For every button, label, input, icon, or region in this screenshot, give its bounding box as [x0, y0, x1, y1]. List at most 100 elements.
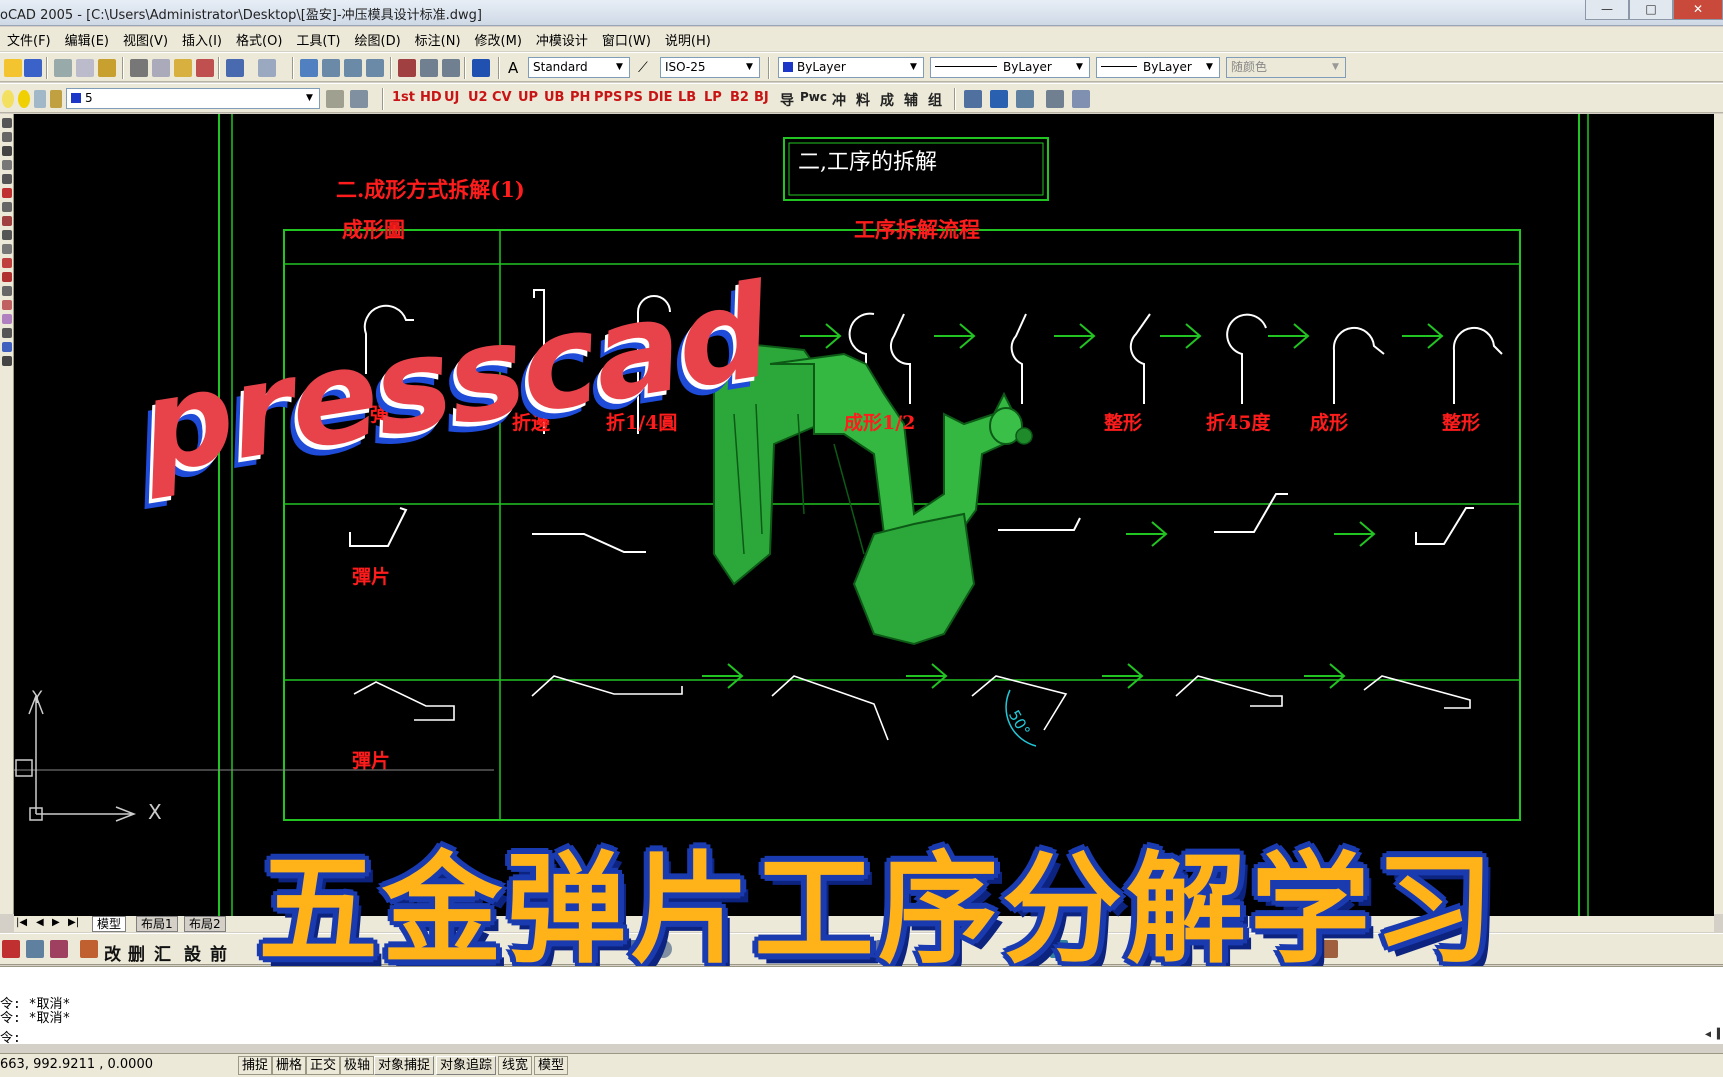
menu-modify[interactable]: 修改(M) — [468, 30, 529, 49]
press-button-lp[interactable]: LP — [704, 90, 722, 108]
menu-draw[interactable]: 绘图(D) — [348, 30, 408, 49]
insert-block-icon[interactable] — [2, 258, 12, 268]
delete-button[interactable]: 删 — [128, 940, 145, 965]
line-icon[interactable] — [2, 118, 12, 128]
tab-model[interactable]: 模型 — [92, 916, 127, 932]
polygon-icon[interactable] — [2, 160, 12, 170]
block-tool-icon[interactable] — [50, 940, 68, 958]
press-button-1st[interactable]: 1st — [392, 90, 415, 108]
match-properties-icon[interactable] — [196, 59, 214, 77]
dimension-icon[interactable] — [990, 90, 1008, 108]
press-button-up[interactable]: UP — [518, 90, 538, 108]
press-button-b2[interactable]: B2 — [730, 90, 749, 108]
design-center-icon[interactable] — [420, 59, 438, 77]
first-tab-icon[interactable]: |◀ — [16, 917, 27, 928]
pwc-button[interactable]: Pwc — [800, 90, 827, 108]
settings-button[interactable]: 設 — [184, 940, 201, 965]
sun-icon[interactable] — [18, 90, 30, 108]
table-icon[interactable] — [2, 342, 12, 352]
tab-layout2[interactable]: 布局2 — [184, 916, 226, 932]
paste-icon[interactable] — [174, 59, 192, 77]
rectangle-icon[interactable] — [2, 174, 12, 184]
publish-icon[interactable] — [98, 59, 116, 77]
polar-toggle[interactable]: 极轴 — [340, 1056, 375, 1075]
press-button-bj[interactable]: BJ — [754, 90, 769, 108]
menu-edit[interactable]: 编辑(E) — [58, 30, 116, 49]
point-icon[interactable] — [2, 286, 12, 296]
maximize-button[interactable]: □ — [1629, 0, 1673, 20]
layer-select[interactable]: 5 ▼ — [66, 88, 320, 109]
plot-icon[interactable] — [50, 90, 62, 108]
lineweight-toggle[interactable]: 线宽 — [498, 1056, 533, 1075]
ruler-icon[interactable] — [964, 90, 982, 108]
group-button[interactable]: 组 — [928, 90, 942, 109]
preview-icon[interactable] — [76, 59, 94, 77]
dim-style-select[interactable]: ISO-25 ▼ — [660, 57, 760, 78]
measure-icon[interactable] — [1046, 90, 1064, 108]
red-tool-icon[interactable] — [2, 940, 20, 958]
lock-icon[interactable] — [34, 90, 46, 108]
lineweight-select[interactable]: ByLayer ▼ — [1096, 57, 1220, 78]
right-scroll-strip[interactable] — [1713, 114, 1723, 914]
press-button-pps[interactable]: PPS — [594, 90, 622, 108]
menu-dimension[interactable]: 标注(N) — [408, 30, 468, 49]
pan-icon[interactable] — [300, 59, 318, 77]
revision-cloud-icon[interactable] — [2, 216, 12, 226]
plot-style-select[interactable]: 随颜色 ▼ — [1226, 57, 1346, 78]
circle-icon[interactable] — [2, 202, 12, 212]
press-button-lb[interactable]: LB — [678, 90, 696, 108]
press-button-ub[interactable]: UB — [544, 90, 564, 108]
layer-previous-icon[interactable] — [350, 90, 368, 108]
zoom-previous-icon[interactable] — [366, 59, 384, 77]
save-icon[interactable] — [24, 59, 42, 77]
print-icon[interactable] — [54, 59, 72, 77]
object-track-toggle[interactable]: 对象追踪 — [436, 1056, 497, 1075]
layer-manager-icon[interactable] — [326, 90, 344, 108]
minimize-button[interactable]: — — [1585, 0, 1629, 20]
region-icon[interactable] — [2, 328, 12, 338]
command-line[interactable]: 令: *取消* 令: *取消* 令: ◀ ▌ — [0, 966, 1723, 1046]
undo-icon[interactable] — [226, 59, 244, 77]
polyline-icon[interactable] — [2, 146, 12, 156]
press-button-uj[interactable]: UJ — [444, 90, 459, 108]
drawing-area[interactable]: 二,工序的拆解 二.成形方式拆解(1) 成形圖 工序拆解流程 弹 折邊 折1/4… — [14, 114, 1714, 916]
snap-toggle[interactable]: 捕捉 — [238, 1056, 273, 1075]
menu-window[interactable]: 窗口(W) — [595, 30, 658, 49]
bulb-icon[interactable] — [2, 90, 14, 108]
next-tab-icon[interactable]: ▶ — [52, 917, 60, 928]
press-button-ps[interactable]: PS — [624, 90, 643, 108]
color-select[interactable]: ByLayer ▼ — [778, 57, 924, 78]
palette-tool-icon[interactable] — [80, 940, 98, 958]
press-button-hd[interactable]: HD — [420, 90, 442, 108]
gradient-icon[interactable] — [2, 314, 12, 324]
press-button-cv[interactable]: CV — [492, 90, 512, 108]
menu-insert[interactable]: 插入(I) — [175, 30, 229, 49]
material-button[interactable]: 料 — [856, 90, 870, 109]
construction-line-icon[interactable] — [2, 132, 12, 142]
press-button-die[interactable]: DIE — [648, 90, 673, 108]
cut-icon[interactable] — [130, 59, 148, 77]
punch-button[interactable]: 冲 — [832, 90, 846, 109]
object-snap-toggle[interactable]: 对象捕捉 — [374, 1056, 435, 1075]
zoom-window-icon[interactable] — [344, 59, 362, 77]
command-prompt[interactable]: 令: — [0, 1027, 21, 1046]
hatch-icon[interactable] — [2, 300, 12, 310]
summary-button[interactable]: 汇 — [154, 940, 171, 965]
tool-palettes-icon[interactable] — [442, 59, 460, 77]
scroll-left-icon[interactable]: ◀ ▌ — [1683, 1029, 1723, 1043]
properties-icon[interactable] — [398, 59, 416, 77]
model-space-toggle[interactable]: 模型 — [534, 1056, 569, 1075]
inquiry-icon[interactable] — [1072, 90, 1090, 108]
menu-tools[interactable]: 工具(T) — [289, 30, 347, 49]
prev-tab-icon[interactable]: ◀ — [36, 917, 44, 928]
spline-icon[interactable] — [2, 230, 12, 240]
modify-button[interactable]: 改 — [104, 940, 121, 965]
guide-button[interactable]: 导 — [780, 90, 794, 109]
arc-icon[interactable] — [2, 188, 12, 198]
forming-button[interactable]: 成 — [880, 90, 894, 109]
menu-help[interactable]: 说明(H) — [658, 30, 718, 49]
mtext-icon[interactable] — [2, 356, 12, 366]
zoom-realtime-icon[interactable] — [322, 59, 340, 77]
close-button[interactable]: ✕ — [1673, 0, 1723, 20]
redo-icon[interactable] — [258, 59, 276, 77]
